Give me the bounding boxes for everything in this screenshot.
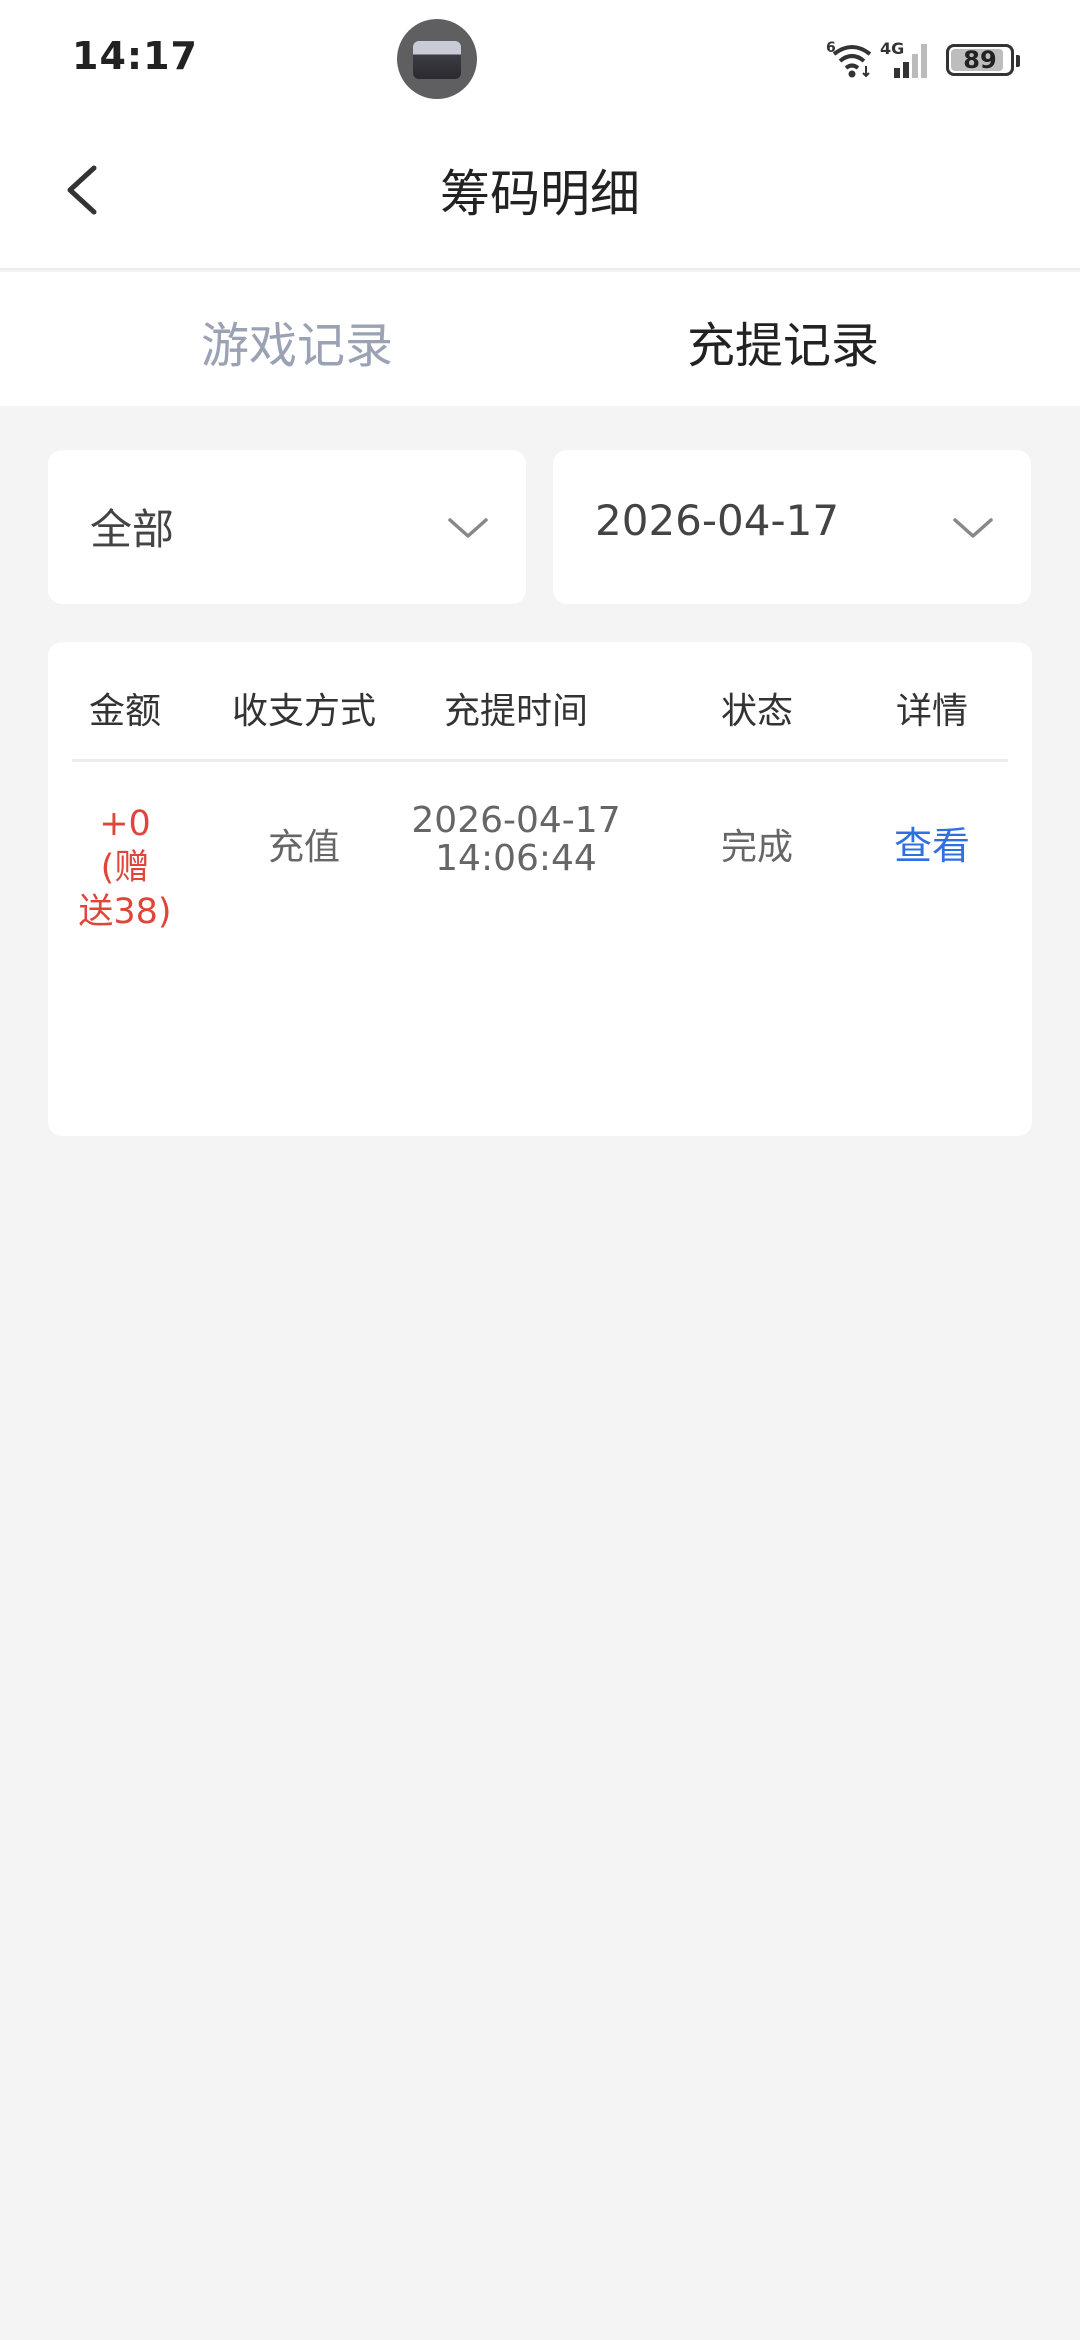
battery-level: 89 xyxy=(963,46,997,74)
tab-deposit-withdraw-records[interactable]: 充提记录 xyxy=(513,306,1053,376)
row-time: 2026-04-17 14:06:44 xyxy=(411,800,621,879)
type-filter-value: 全部 xyxy=(90,505,175,554)
date-filter-value: 2026-04-17 xyxy=(595,496,840,545)
view-detail-link[interactable]: 查看 xyxy=(880,824,984,868)
table-row: +0 (赠 送38) 充值 2026-04-17 14:06:44 完成 查看 xyxy=(72,792,1008,933)
header-amount: 金额 xyxy=(88,691,161,732)
records-table: 金额 收支方式 充提时间 状态 详情 +0 (赠 送38) 充值 2026-04… xyxy=(48,642,1032,1136)
battery-icon: 89 xyxy=(946,44,1020,76)
svg-text:4G: 4G xyxy=(880,39,904,58)
date-filter-dropdown[interactable]: 2026-04-17 xyxy=(553,450,1031,604)
tab-game-records[interactable]: 游戏记录 xyxy=(27,306,567,376)
status-bar: 14:17 6 4G 89 xyxy=(0,0,1080,120)
signal-4g-icon: 4G xyxy=(880,39,927,78)
status-time: 14:17 xyxy=(72,34,198,78)
wifi-icon: 6 xyxy=(826,40,872,78)
type-filter-dropdown[interactable]: 全部 xyxy=(48,450,526,604)
tab-bar: 游戏记录 充提记录 xyxy=(0,272,1080,406)
header-detail: 详情 xyxy=(895,691,968,732)
header-status: 状态 xyxy=(720,691,793,732)
chevron-down-icon xyxy=(953,518,993,538)
floating-avatar[interactable] xyxy=(397,19,477,99)
chevron-down-icon xyxy=(448,518,488,538)
row-method: 充值 xyxy=(267,827,340,868)
header-method: 收支方式 xyxy=(231,691,376,732)
header-time: 充提时间 xyxy=(443,691,588,732)
row-status: 完成 xyxy=(720,827,793,868)
nav-bar: 筹码明细 xyxy=(0,120,1080,270)
page-title: 筹码明细 xyxy=(440,165,640,223)
row-amount: +0 (赠 送38) xyxy=(78,804,172,932)
table-header: 金额 收支方式 充提时间 状态 详情 xyxy=(72,642,1008,762)
